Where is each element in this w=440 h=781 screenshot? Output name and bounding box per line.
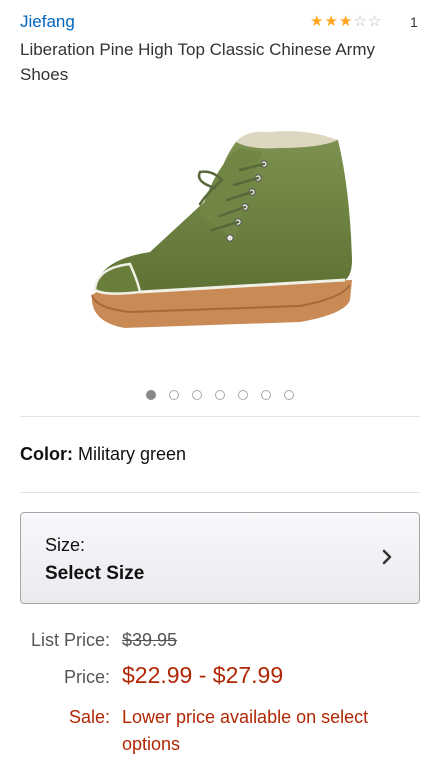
list-price-label: List Price:	[30, 630, 110, 650]
shoe-image	[91, 131, 352, 328]
star-filled-icon: ★	[324, 13, 338, 30]
star-empty-icon: ☆	[353, 13, 367, 30]
carousel-dot[interactable]	[284, 390, 294, 400]
rating-stars[interactable]: ★ ★ ★ ☆ ☆	[310, 14, 381, 29]
carousel-dot[interactable]	[146, 390, 156, 400]
star-empty-icon: ☆	[367, 13, 382, 30]
divider	[20, 492, 420, 493]
chevron-right-icon	[382, 549, 392, 565]
price-label: Price:	[63, 667, 110, 687]
brand-link[interactable]: Jiefang	[20, 12, 75, 32]
size-value: Select Size	[45, 563, 145, 584]
list-price-row: List Price: $39.95	[20, 630, 177, 651]
color-selection: Color: Military green	[20, 444, 186, 465]
review-count[interactable]: 1	[410, 14, 418, 30]
sale-text: Lower price available on select options	[122, 707, 369, 754]
sale-row: Sale: Lower price available on select op…	[20, 704, 412, 758]
product-image[interactable]	[0, 100, 440, 380]
size-select-button[interactable]: Size: Select Size	[20, 512, 420, 604]
list-price-value: $39.95	[122, 630, 178, 650]
carousel-dot[interactable]	[261, 390, 271, 400]
price-value: $22.99 - $27.99	[122, 662, 284, 688]
product-title: Liberation Pine High Top Classic Chinese…	[20, 40, 375, 84]
divider	[20, 416, 420, 417]
price-row: Price: $22.99 - $27.99	[20, 662, 283, 689]
carousel-dot[interactable]	[238, 390, 248, 400]
carousel-dot[interactable]	[215, 390, 225, 400]
color-label: Color:	[20, 444, 73, 464]
star-filled-icon: ★	[310, 13, 324, 30]
sale-label: Sale:	[68, 707, 110, 727]
star-filled-icon: ★	[338, 13, 353, 30]
carousel-dot[interactable]	[169, 390, 179, 400]
carousel-dot[interactable]	[192, 390, 202, 400]
image-carousel-dots[interactable]	[0, 390, 440, 400]
size-label: Size:	[45, 535, 86, 555]
color-value: Military green	[78, 444, 187, 464]
